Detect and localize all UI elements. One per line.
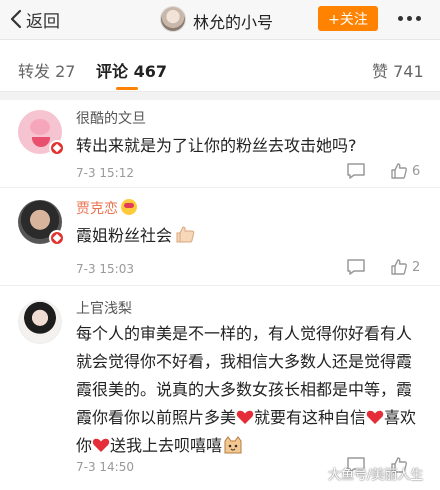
avatar[interactable] — [18, 300, 62, 344]
watermark: 大鱼号/美丽人生 — [328, 468, 424, 483]
avatar[interactable] — [18, 200, 65, 246]
verified-badge-icon — [49, 230, 65, 246]
comment-time: 7-3 15:03 — [76, 262, 134, 276]
comment-username[interactable]: 贾克恋 — [76, 198, 137, 218]
comment-text: 转出来就是为了让你的粉丝去攻击她吗? — [76, 136, 357, 155]
thumb-up-icon — [391, 163, 407, 179]
like-count: 6 — [412, 163, 421, 179]
like-button[interactable]: 6 — [390, 162, 420, 180]
comment-item: 贾克恋 霞姐粉丝社会 7-3 15:03 2 — [0, 190, 440, 286]
top-nav-bar: 返回 林允的小号 +关注 — [0, 0, 440, 40]
reply-icon[interactable] — [346, 162, 366, 180]
avatar[interactable] — [18, 110, 65, 156]
heart-emoji-icon — [92, 438, 110, 452]
tab-reposts[interactable]: 转发 27 — [18, 58, 75, 82]
comment-item: 很酷的文旦 转出来就是为了让你的粉丝去攻击她吗? 7-3 15:12 6 — [0, 100, 440, 188]
heart-emoji-icon — [366, 410, 384, 424]
comment-time: 7-3 14:50 — [76, 460, 134, 474]
comment-text-part: 就要有这种自信 — [254, 408, 367, 427]
comment-text: 每个人的审美是不一样的，有人觉得你好看有人就会觉得你不好看，我相信大多数人还是觉… — [76, 320, 424, 460]
active-tab-indicator — [116, 87, 138, 90]
like-count: 2 — [412, 259, 421, 275]
comment-time: 7-3 15:12 — [76, 166, 134, 180]
cat-face-emoji-icon — [224, 436, 242, 454]
follow-button[interactable]: +关注 — [318, 6, 378, 31]
grin-emoji-icon — [121, 199, 137, 215]
verified-badge-icon — [49, 140, 65, 156]
chevron-left-icon — [10, 9, 22, 29]
comment-item: 上官浅梨 每个人的审美是不一样的，有人觉得你好看有人就会觉得你不好看，我相信大多… — [0, 290, 440, 490]
back-button[interactable]: 返回 — [10, 7, 60, 32]
comment-text: 霞姐粉丝社会 — [76, 222, 196, 250]
comment-username[interactable]: 很酷的文旦 — [76, 108, 146, 128]
page-title[interactable]: 林允的小号 — [193, 9, 273, 33]
thumb-up-icon — [391, 259, 407, 275]
like-button[interactable]: 2 — [390, 258, 420, 276]
comment-username[interactable]: 上官浅梨 — [76, 298, 132, 318]
section-divider — [0, 92, 440, 100]
heart-emoji-icon — [236, 410, 254, 424]
tab-comments[interactable]: 评论 467 — [96, 58, 167, 82]
tab-likes[interactable]: 赞 741 — [372, 58, 424, 82]
comment-text-content: 霞姐粉丝社会 — [76, 226, 173, 245]
reply-icon[interactable] — [346, 258, 366, 276]
username-text: 贾克恋 — [76, 201, 118, 217]
back-label: 返回 — [26, 11, 60, 32]
thumbs-up-emoji-icon — [176, 226, 195, 243]
tab-bar: 转发 27 评论 467 赞 741 — [0, 40, 440, 92]
profile-avatar[interactable] — [160, 6, 186, 32]
more-icon[interactable] — [398, 16, 421, 21]
comment-text-part: 送我上去呗嘻嘻 — [110, 436, 223, 455]
